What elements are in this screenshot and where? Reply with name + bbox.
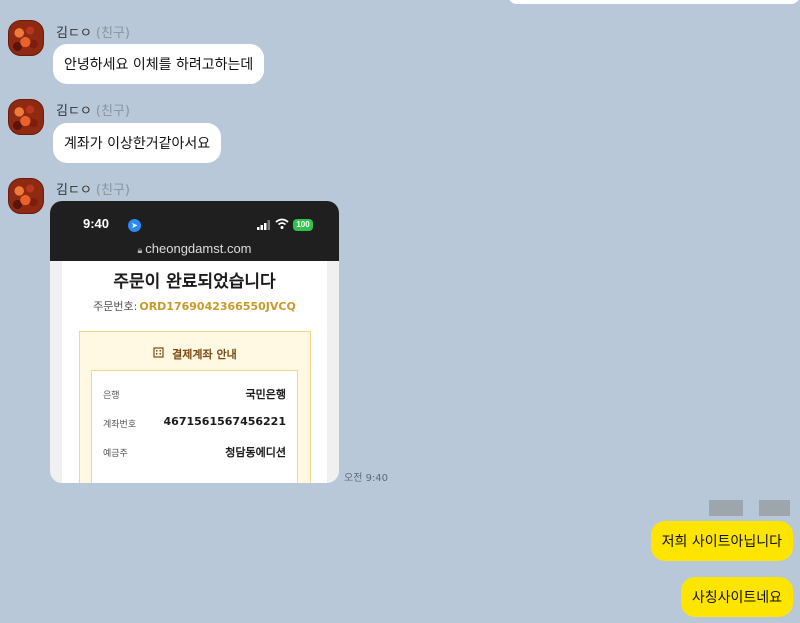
row-label: 계좌번호 — [103, 420, 137, 430]
lock-icon: 🔒︎ — [137, 245, 143, 255]
status-bar-time: 9:40 — [83, 216, 110, 231]
incoming-message-bubble[interactable]: 계좌가 이상한거같아서요 — [53, 123, 222, 163]
sender-nickname: 김ㄷㅇ — [56, 183, 92, 198]
row-label: 예금주 — [103, 449, 128, 459]
battery-indicator: 100 — [293, 219, 313, 231]
sender-relation: (친구) — [95, 104, 130, 119]
friend-avatar[interactable] — [8, 99, 44, 135]
sender-nickname: 김ㄷㅇ — [56, 104, 92, 119]
row-value: 4671561567456221 — [163, 415, 286, 428]
payment-account-title: 결제계좌 안내 — [80, 346, 310, 362]
shared-screenshot-image[interactable]: 9:40 ➤ 100 🔒︎ cheongdamst.com 주문이 완료되었습니다… — [50, 201, 339, 483]
url-text: cheongdamst.com — [145, 241, 252, 256]
bank-row: 은행 국민은행 — [103, 385, 286, 405]
cell-signal-icon — [257, 220, 270, 230]
account-number-row: 계좌번호 4671561567456221 — [103, 414, 286, 434]
previous-message-bubble[interactable] — [508, 0, 800, 4]
order-number-value: ORD1769042366550JVCQ — [139, 300, 296, 313]
bank-building-icon — [153, 347, 168, 361]
message-text: 계좌가 이상한거같아서요 — [64, 136, 211, 152]
outgoing-message-bubble[interactable]: 저희 사이트아닙니다 — [650, 521, 793, 561]
incoming-message-bubble[interactable]: 안녕하세요 이체를 하려고하는데 — [53, 44, 265, 84]
outgoing-message-bubble[interactable]: 사칭사이트네요 — [680, 577, 793, 617]
url-bar: 🔒︎ cheongdamst.com — [50, 241, 339, 256]
wifi-icon — [275, 218, 289, 229]
order-number-line: 주문번호: ORD1769042366550JVCQ — [62, 298, 327, 314]
account-holder-row: 예금주 청담동에디션 — [103, 443, 286, 463]
sender-name: 김ㄷㅇ (친구) — [56, 22, 130, 41]
row-value: 국민은행 — [245, 388, 286, 401]
message-text: 저희 사이트아닙니다 — [661, 534, 782, 550]
message-text: 안녕하세요 이체를 하려고하는데 — [64, 57, 254, 73]
sender-name: 김ㄷㅇ (친구) — [56, 100, 130, 119]
message-text: 사칭사이트네요 — [691, 590, 782, 606]
sender-name: 김ㄷㅇ (친구) — [56, 179, 130, 198]
order-complete-page: 주문이 완료되었습니다 주문번호: ORD1769042366550JVCQ 결제… — [62, 261, 327, 483]
row-value: 청담동에디션 — [225, 446, 286, 459]
blurred-region — [759, 500, 790, 516]
payment-account-box: 결제계좌 안내 은행 국민은행 계좌번호 4671561567456221 예금… — [79, 331, 311, 483]
sender-relation: (친구) — [95, 183, 130, 198]
order-number-label: 주문번호: — [93, 300, 138, 313]
order-complete-title: 주문이 완료되었습니다 — [113, 272, 276, 292]
friend-avatar[interactable] — [8, 20, 44, 56]
sender-relation: (친구) — [95, 26, 130, 41]
account-info-table: 은행 국민은행 계좌번호 4671561567456221 예금주 청담동에디션 — [91, 370, 298, 483]
friend-avatar[interactable] — [8, 178, 44, 214]
sender-nickname: 김ㄷㅇ — [56, 26, 92, 41]
message-time: 오전 9:40 — [344, 473, 389, 484]
location-arrow-icon: ➤ — [128, 219, 141, 232]
phone-status-bar: 9:40 ➤ 100 🔒︎ cheongdamst.com — [50, 201, 339, 261]
blurred-region — [709, 500, 743, 516]
row-label: 은행 — [103, 391, 120, 401]
payment-title-text: 결제계좌 안내 — [172, 348, 237, 361]
